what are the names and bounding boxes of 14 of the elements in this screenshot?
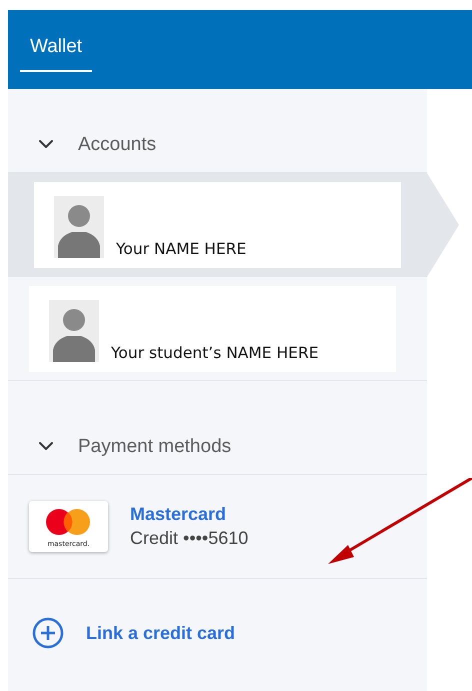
section-title: Accounts: [78, 134, 156, 156]
avatar-icon: [49, 300, 99, 362]
link-card-link[interactable]: Link a credit card: [86, 622, 236, 644]
card-brand: Mastercard: [130, 504, 228, 525]
account-name: Your NAME HERE: [116, 240, 246, 258]
account-row[interactable]: Your student’s NAME HERE: [8, 277, 427, 381]
add-icon[interactable]: [32, 617, 64, 649]
account-name: Your student’s NAME HERE: [111, 344, 319, 362]
account-row[interactable]: Your NAME HERE: [8, 173, 459, 277]
wallet-tab[interactable]: Wallet: [20, 36, 92, 72]
card-detail: Credit ••••5610: [130, 528, 248, 549]
section-title: Payment methods: [78, 436, 232, 458]
avatar-icon: [54, 196, 104, 258]
section-header[interactable]: Payment methods: [8, 391, 427, 475]
